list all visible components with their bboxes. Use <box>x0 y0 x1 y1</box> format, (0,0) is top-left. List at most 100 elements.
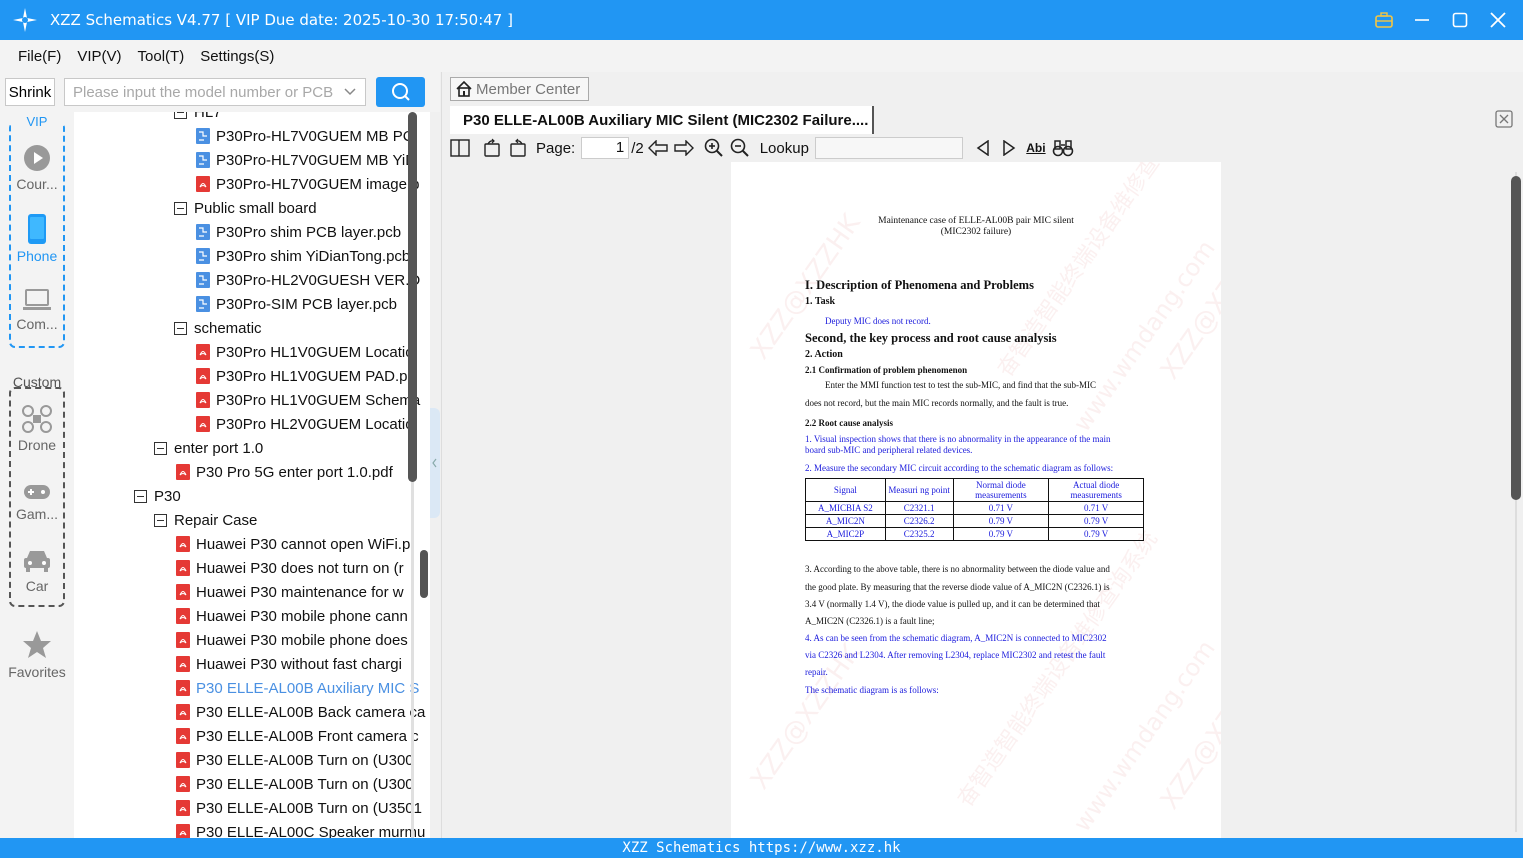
page-number-input[interactable]: 1 <box>581 137 630 159</box>
tree-file[interactable]: P30Pro HL1V0GUEM PAD.pd <box>196 364 416 388</box>
tree-file[interactable]: P30 ELLE-AL00B Back camera ca <box>176 700 425 724</box>
nav-favorites[interactable]: Favorites <box>0 630 74 680</box>
tree-item-label: Huawei P30 without fast chargi <box>196 655 402 673</box>
find-prev-icon[interactable] <box>971 136 995 160</box>
collapse-icon[interactable] <box>174 201 187 215</box>
tree-scrollbar[interactable] <box>408 112 418 838</box>
viewer-scrollbar[interactable] <box>1510 162 1522 838</box>
tree-file[interactable]: P30Pro-HL7V0GUEM MB PCI <box>196 124 418 148</box>
zoom-in-icon[interactable] <box>702 136 726 160</box>
tree-scrollbar-thumb[interactable] <box>408 112 417 482</box>
tree-file[interactable]: P30Pro HL1V0GUEM Schema <box>196 388 420 412</box>
tree-file[interactable]: P30Pro-HL2V0GUESH VER.D <box>196 268 420 292</box>
tree-file[interactable]: Huawei P30 cannot open WiFi.p <box>176 532 410 556</box>
toggle-sidebar-icon[interactable] <box>448 136 472 160</box>
lookup-input[interactable] <box>814 137 963 159</box>
panel-splitter[interactable] <box>430 112 440 838</box>
table-cell: 0.79 V <box>952 527 1050 541</box>
tree-item-label: P30Pro-HL2V0GUESH VER.D <box>216 271 421 289</box>
tree-file[interactable]: P30Pro-SIM PCB layer.pcb <box>196 292 397 316</box>
app-logo-icon <box>13 8 37 32</box>
binoculars-icon[interactable] <box>1051 136 1075 160</box>
minimize-button[interactable] <box>1411 9 1433 31</box>
tree-folder[interactable]: Public small board <box>174 196 317 220</box>
viewer-scrollbar-thumb[interactable] <box>1511 176 1521 500</box>
collapse-icon[interactable] <box>134 489 147 503</box>
tree-file[interactable]: Huawei P30 does not turn on (r <box>176 556 404 580</box>
collapse-icon[interactable] <box>174 321 187 335</box>
tree-folder[interactable]: schematic <box>174 316 262 340</box>
tree-item-label: P30Pro shim PCB layer.pcb <box>216 223 402 241</box>
prev-page-icon[interactable] <box>646 136 670 160</box>
close-button[interactable] <box>1487 9 1509 31</box>
tree-folder[interactable]: enter port 1.0 <box>154 436 263 460</box>
tree-file[interactable]: P30Pro-HL7V0GUEM image.p <box>196 172 419 196</box>
rotate-left-icon[interactable] <box>480 136 504 160</box>
next-page-icon[interactable] <box>672 136 696 160</box>
close-tab-icon[interactable] <box>1495 110 1513 128</box>
nav-computer[interactable]: Com... <box>0 288 74 332</box>
match-case-label: Abi <box>1026 141 1046 155</box>
search-button[interactable] <box>376 77 425 107</box>
nav-drone[interactable]: Drone <box>0 405 74 453</box>
measurement-table: Signal Measuri ng point Normal diode mea… <box>805 478 1144 541</box>
collapse-icon[interactable] <box>174 112 187 119</box>
table-header: Measuri ng point <box>884 478 954 502</box>
tree-file[interactable]: P30Pro shim PCB layer.pcb <box>196 220 401 244</box>
tree-file[interactable]: Huawei P30 mobile phone does <box>176 628 408 652</box>
menu-file[interactable]: File(F) <box>18 48 61 65</box>
pdf-file-icon <box>176 728 190 744</box>
tree-file[interactable]: P30Pro-HL7V0GUEM MB YiD <box>196 148 416 172</box>
pdf-viewer[interactable]: XZZ@XZZHK 奋智造智能终端设备维修查询系统 www.wmdang.com… <box>442 162 1523 838</box>
rotate-right-icon[interactable] <box>506 136 530 160</box>
nav-games[interactable]: Gam... <box>0 482 74 522</box>
collapse-handle[interactable] <box>430 408 440 518</box>
chevron-left-icon <box>432 458 437 468</box>
tree-file[interactable]: P30Pro HL2V0GUEM Locatio <box>196 412 414 436</box>
tree-item-label: P30 Pro 5G enter port 1.0.pdf <box>196 463 393 481</box>
briefcase-icon[interactable] <box>1373 9 1395 31</box>
tree-folder[interactable]: P30 <box>134 484 181 508</box>
search-input[interactable]: Please input the model number or PCB <box>64 78 366 106</box>
tree-file[interactable]: P30Pro shim YiDianTong.pcb <box>196 244 410 268</box>
tree-file[interactable]: Huawei P30 mobile phone cann <box>176 604 408 628</box>
nav-phone[interactable]: Phone <box>0 214 74 264</box>
root-line1a: 1. Visual inspection shows that there is… <box>805 434 1111 444</box>
nav-courses[interactable]: Cour... <box>0 144 74 192</box>
tree-file[interactable]: P30 ELLE-AL00B Turn on (U300 <box>176 772 414 796</box>
find-next-icon[interactable] <box>997 136 1021 160</box>
zoom-out-icon[interactable] <box>728 136 752 160</box>
tree-scroll-handle[interactable] <box>420 550 428 598</box>
collapse-icon[interactable] <box>154 513 167 527</box>
tree-file[interactable]: P30 ELLE-AL00B Turn on (U300 <box>176 748 414 772</box>
maximize-button[interactable] <box>1449 9 1471 31</box>
tree-file[interactable]: P30 ELLE-AL00B Front camera c <box>176 724 419 748</box>
document-tab[interactable]: P30 ELLE-AL00B Auxiliary MIC Silent (MIC… <box>450 106 874 134</box>
watermark: XZZ@XZZHK <box>1154 228 1221 386</box>
tree-file[interactable]: P30 ELLE-AL00B Turn on (U3501 <box>176 796 422 820</box>
member-center-button[interactable]: Member Center <box>450 77 589 101</box>
search-row: Shrink Please input the model number or … <box>0 72 440 112</box>
shrink-button[interactable]: Shrink <box>5 78 55 106</box>
menu-tool[interactable]: Tool(T) <box>138 48 185 65</box>
watermark: 奋智造智能终端设备维修查询系统 <box>993 162 1203 382</box>
nav-car[interactable]: Car <box>0 548 74 594</box>
laptop-icon <box>23 289 51 310</box>
collapse-icon[interactable] <box>154 441 167 455</box>
menu-vip[interactable]: VIP(V) <box>77 48 121 65</box>
chevron-down-icon[interactable] <box>343 83 357 101</box>
tree-folder[interactable]: HL7 <box>174 112 222 124</box>
page-total: /2 <box>631 139 644 157</box>
tree-file[interactable]: P30 ELLE-AL00B Auxiliary MIC S <box>176 676 419 700</box>
tree-file[interactable]: P30 Pro 5G enter port 1.0.pdf <box>176 460 393 484</box>
root-line2: 2. Measure the secondary MIC circuit acc… <box>805 463 1114 473</box>
match-case-button[interactable]: Abi <box>1023 136 1049 160</box>
tree-file[interactable]: Huawei P30 without fast chargi <box>176 652 402 676</box>
vip-label: VIP <box>11 114 63 129</box>
tree-file[interactable]: P30Pro HL1V0GUEM Locatio <box>196 340 414 364</box>
menu-bar: File(F) VIP(V) Tool(T) Settings(S) <box>0 40 1523 72</box>
menu-settings[interactable]: Settings(S) <box>200 48 274 65</box>
tree-folder[interactable]: Repair Case <box>154 508 257 532</box>
tree-file[interactable]: Huawei P30 maintenance for w <box>176 580 404 604</box>
tree-file[interactable]: P30 ELLE-AL00C Speaker murmu <box>176 820 425 838</box>
